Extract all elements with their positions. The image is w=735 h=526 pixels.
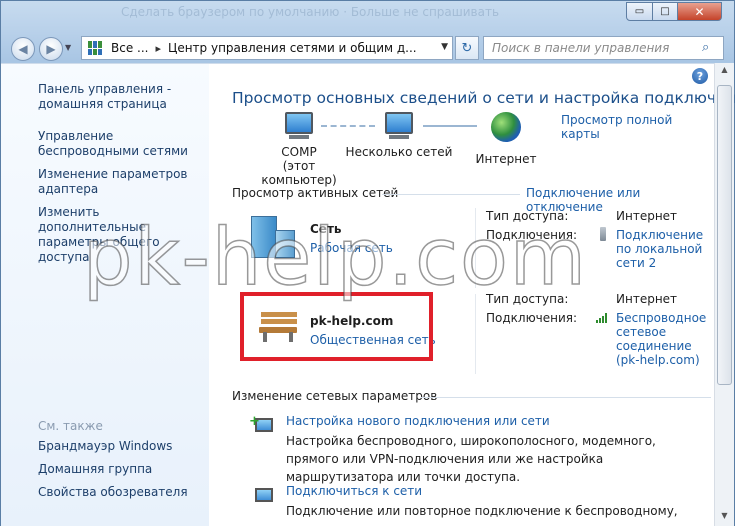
globe-icon <box>491 112 521 142</box>
back-button[interactable]: ◀ <box>11 37 35 61</box>
search-placeholder: Поиск в панели управления <box>492 41 670 55</box>
address-bar[interactable]: Все ... ▸ Центр управления сетями и общи… <box>81 36 453 60</box>
forward-button[interactable]: ▶ <box>39 37 63 61</box>
multiple-networks-node: Несколько сетей <box>344 112 454 159</box>
networks-icon <box>385 112 413 134</box>
work-network-icon <box>251 216 297 258</box>
connect-network-link[interactable]: Подключиться к сети <box>286 484 422 498</box>
history-dropdown-icon[interactable]: ▼ <box>65 43 71 52</box>
breadcrumb-root[interactable]: Все ... <box>111 41 148 55</box>
access-type-label: Тип доступа: <box>486 292 569 306</box>
map-link-line <box>423 125 477 127</box>
scroll-up-icon[interactable]: ▲ <box>717 65 732 79</box>
network-type-link[interactable]: Рабочая сеть <box>310 241 393 255</box>
sharing-settings-link[interactable]: Изменить дополнительные параметры общего… <box>38 205 203 265</box>
access-type-value: Интернет <box>616 292 678 306</box>
breadcrumb-separator-icon[interactable]: ▸ <box>155 42 161 55</box>
maximize-button[interactable]: □ <box>652 2 678 21</box>
refresh-button[interactable]: ↻ <box>455 36 479 60</box>
wifi-signal-icon <box>596 313 610 323</box>
control-panel-home-link[interactable]: Панель управления - домашняя страница <box>38 82 203 112</box>
search-icon[interactable]: ⌕ <box>702 40 718 56</box>
connections-label: Подключения: <box>486 228 578 242</box>
change-settings-header: Изменение сетевых параметров <box>232 389 438 403</box>
multi-networks-label: Несколько сетей <box>345 145 453 159</box>
address-dropdown-icon[interactable]: ▼ <box>441 42 448 52</box>
close-button[interactable]: ✕ <box>677 2 722 21</box>
computer-subtitle: (этот компьютер) <box>261 159 337 187</box>
ethernet-icon <box>600 227 606 241</box>
connections-label: Подключения: <box>486 311 578 325</box>
page-title: Просмотр основных сведений о сети и наст… <box>232 89 735 107</box>
adapter-settings-link[interactable]: Изменение параметров адаптера <box>38 167 203 197</box>
manage-wireless-link[interactable]: Управление беспроводными сетями <box>38 129 203 159</box>
new-connection-link[interactable]: Настройка нового подключения или сети <box>286 414 550 428</box>
highlight-box <box>240 292 433 361</box>
divider <box>475 294 476 374</box>
see-also-homegroup-link[interactable]: Домашняя группа <box>38 462 152 476</box>
internet-label: Интернет <box>475 152 537 166</box>
computer-node: COMP (этот компьютер) <box>259 112 339 187</box>
internet-node: Интернет <box>471 112 541 166</box>
computer-name: COMP <box>281 145 317 159</box>
scroll-thumb[interactable] <box>717 85 732 385</box>
control-panel-icon <box>88 41 106 55</box>
control-panel-window: Сделать браузером по умолчанию · Больше … <box>0 0 735 526</box>
help-icon[interactable]: ? <box>692 68 708 84</box>
full-map-link[interactable]: Просмотр полной карты <box>561 113 714 141</box>
access-type-label: Тип доступа: <box>486 209 569 223</box>
active-networks-header: Просмотр активных сетей <box>232 186 399 200</box>
wireless-connection-link[interactable]: Беспроводное сетевое соединение (pk-help… <box>616 311 708 367</box>
task-description: Настройка беспроводного, широкополосного… <box>286 434 656 484</box>
navigation-bar: ◀ ▶ ▼ Все ... ▸ Центр управления сетями … <box>1 31 734 63</box>
main-content: ? Просмотр основных сведений о сети и на… <box>209 63 735 526</box>
access-type-value: Интернет <box>616 209 678 223</box>
vertical-scrollbar[interactable]: ▲ ▼ <box>714 63 734 526</box>
see-also-header: См. также <box>38 419 103 433</box>
computer-icon <box>285 112 313 134</box>
title-ghost-text: Сделать браузером по умолчанию · Больше … <box>121 5 500 19</box>
divider <box>421 397 711 398</box>
search-input[interactable]: Поиск в панели управления ⌕ <box>483 36 724 60</box>
connect-network-icon <box>249 484 275 508</box>
minimize-button[interactable]: ▭ <box>626 2 653 21</box>
scroll-down-icon[interactable]: ▼ <box>717 511 732 525</box>
see-also-internet-options-link[interactable]: Свойства обозревателя <box>38 485 188 499</box>
title-bar: Сделать браузером по умолчанию · Больше … <box>1 1 734 31</box>
network-name: Сеть <box>310 222 342 236</box>
task-description: Подключение или повторное подключение к … <box>286 504 678 518</box>
divider <box>382 194 520 195</box>
divider <box>475 208 476 288</box>
lan-connection-link[interactable]: Подключение по локальной сети 2 <box>616 228 708 270</box>
breadcrumb-current[interactable]: Центр управления сетями и общим д... <box>168 41 417 55</box>
see-also-firewall-link[interactable]: Брандмауэр Windows <box>38 439 172 453</box>
new-connection-icon: + <box>249 414 275 438</box>
task-pane: Панель управления - домашняя страница Уп… <box>1 63 209 526</box>
